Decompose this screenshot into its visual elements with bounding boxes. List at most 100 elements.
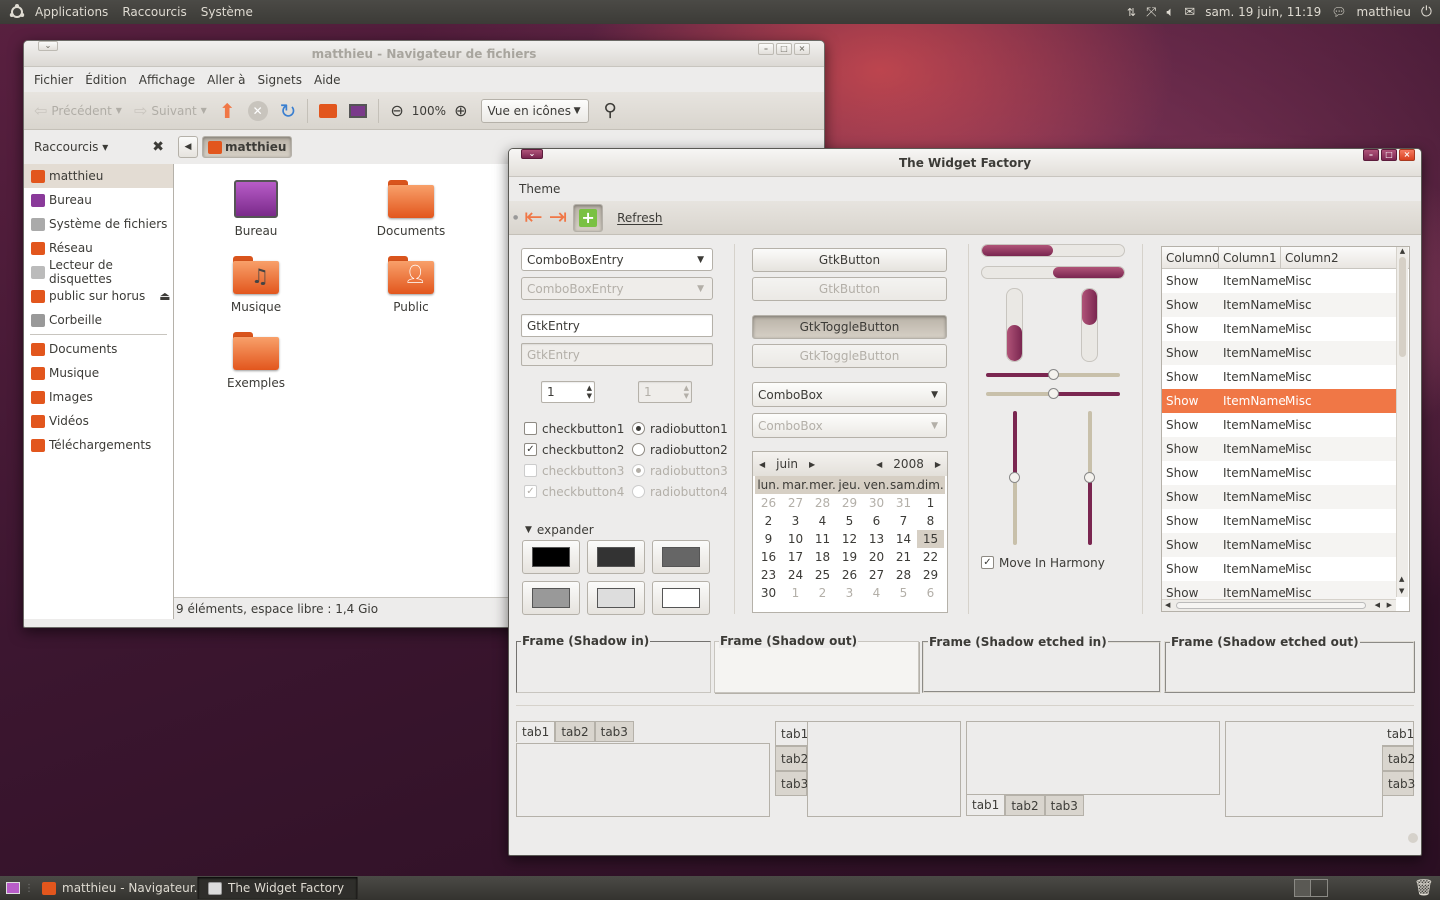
checkbutton1[interactable]: checkbutton1 xyxy=(524,418,624,439)
calendar-day[interactable]: 22 xyxy=(917,548,944,566)
gtk-toggle-button[interactable]: GtkToggleButton xyxy=(752,315,947,339)
calendar-day[interactable]: 31 xyxy=(890,494,917,512)
applications-menu[interactable]: Applications xyxy=(28,5,115,19)
search-icon[interactable]: ⚲ xyxy=(599,97,620,125)
calendar-day[interactable]: 25 xyxy=(809,566,836,584)
sidebar-item-videos[interactable]: Vidéos xyxy=(24,409,173,433)
close-button[interactable]: × xyxy=(1399,149,1415,161)
sidebar-item-documents[interactable]: Documents xyxy=(24,337,173,361)
task-file-manager[interactable]: matthieu - Navigateur... xyxy=(32,877,198,899)
stop-icon[interactable]: ✕ xyxy=(244,97,272,125)
color-swatch-mid-gray[interactable] xyxy=(522,581,580,615)
home-icon[interactable] xyxy=(315,97,341,125)
resize-grip-icon[interactable] xyxy=(1408,833,1418,843)
calendar-day[interactable]: 15 xyxy=(917,530,944,548)
expander[interactable]: ▼ expander xyxy=(525,519,594,540)
scroll-right-icon[interactable]: ▶ xyxy=(1387,601,1392,609)
tab1[interactable]: tab1 xyxy=(966,795,1006,816)
clock[interactable]: sam. 19 juin, 11:19 xyxy=(1205,5,1321,19)
calendar-day[interactable]: 20 xyxy=(863,548,890,566)
calendar-day[interactable]: 28 xyxy=(809,494,836,512)
network-icon[interactable]: ⇅ xyxy=(1127,6,1136,19)
calendar-day[interactable]: 9 xyxy=(755,530,782,548)
go-first-icon[interactable]: ⇤ xyxy=(524,205,542,230)
computer-icon[interactable] xyxy=(345,97,371,125)
calendar-day[interactable]: 3 xyxy=(782,512,809,530)
system-menu[interactable]: Système xyxy=(194,5,260,19)
table-row[interactable]: Show ItemName Misc xyxy=(1162,437,1396,461)
horizontal-slider[interactable] xyxy=(986,369,1120,380)
table-row[interactable]: Show ItemName Misc xyxy=(1162,413,1396,437)
calendar-day[interactable]: 29 xyxy=(836,494,863,512)
tab1[interactable]: tab1 xyxy=(775,721,808,746)
slider-handle[interactable] xyxy=(1009,472,1020,483)
table-row[interactable]: Show ItemName Misc xyxy=(1162,317,1396,341)
table-row[interactable]: Show ItemName Misc xyxy=(1162,485,1396,509)
scrollbar-thumb[interactable] xyxy=(1176,602,1366,609)
back-dropdown-icon[interactable]: ▼ xyxy=(116,106,122,115)
file-item-musique[interactable]: ♫ Musique xyxy=(201,256,311,314)
slider-handle[interactable] xyxy=(1048,369,1059,380)
zoom-level[interactable]: 100% xyxy=(412,104,446,118)
show-desktop-icon[interactable] xyxy=(2,877,24,899)
task-widget-factory[interactable]: The Widget Factory xyxy=(198,877,358,899)
tab3[interactable]: tab3 xyxy=(594,721,634,742)
minimize-button[interactable]: – xyxy=(758,43,774,55)
close-button[interactable]: × xyxy=(794,43,810,55)
close-sidebar-icon[interactable]: ✖ xyxy=(152,139,164,155)
tab2[interactable]: tab2 xyxy=(555,721,595,742)
table-row[interactable]: Show ItemName Misc xyxy=(1162,389,1396,413)
chevron-down-icon[interactable]: ▼ xyxy=(697,255,704,265)
calendar-day[interactable]: 19 xyxy=(836,548,863,566)
window-menu-button[interactable]: ⌄ xyxy=(521,149,543,159)
table-row[interactable]: Show ItemName Misc xyxy=(1162,509,1396,533)
file-item-bureau[interactable]: Bureau xyxy=(201,180,311,238)
next-year-icon[interactable]: ▶ xyxy=(935,460,941,469)
calendar-day[interactable]: 30 xyxy=(863,494,890,512)
maximize-button[interactable]: □ xyxy=(1381,149,1397,161)
scroll-left-icon[interactable]: ◀ xyxy=(1375,601,1380,609)
combobox[interactable]: ComboBox ▼ xyxy=(752,382,947,407)
calendar-day[interactable]: 13 xyxy=(863,530,890,548)
spin-button[interactable]: 1 ▲ ▼ xyxy=(541,381,595,403)
table-row[interactable]: Show ItemName Misc xyxy=(1162,293,1396,317)
calendar-day[interactable]: 6 xyxy=(917,584,944,602)
tab3[interactable]: tab3 xyxy=(1044,795,1084,816)
column-header[interactable]: Column2 xyxy=(1281,247,1395,268)
calendar-day[interactable]: 17 xyxy=(782,548,809,566)
prev-month-icon[interactable]: ◀ xyxy=(759,460,765,469)
places-menu[interactable]: Raccourcis xyxy=(115,5,193,19)
calendar-day[interactable]: 5 xyxy=(890,584,917,602)
spin-arrows-icon[interactable]: ▲ ▼ xyxy=(587,384,592,400)
table-row[interactable]: Show ItemName Misc xyxy=(1162,533,1396,557)
mail-icon[interactable]: ✉ xyxy=(1184,5,1195,20)
calendar-day[interactable]: 28 xyxy=(890,566,917,584)
menu-aide[interactable]: Aide xyxy=(308,73,347,87)
calendar-day[interactable]: 26 xyxy=(755,494,782,512)
calendar-day[interactable]: 5 xyxy=(836,512,863,530)
ubuntu-logo-icon[interactable] xyxy=(6,1,28,23)
add-icon[interactable]: + xyxy=(573,203,604,232)
workspace-switcher[interactable] xyxy=(1294,879,1328,897)
zoom-out-icon[interactable]: ⊖ xyxy=(386,97,407,125)
volume-icon[interactable]: 🔈︎ xyxy=(1166,5,1174,20)
widget-factory-titlebar[interactable]: ⌄ The Widget Factory – □ × xyxy=(509,149,1421,177)
calendar-day[interactable]: 16 xyxy=(755,548,782,566)
calendar-day[interactable]: 27 xyxy=(863,566,890,584)
sidebar-item-images[interactable]: Images xyxy=(24,385,173,409)
menu-affichage[interactable]: Affichage xyxy=(133,73,201,87)
sidebar-item-downloads[interactable]: Téléchargements xyxy=(24,433,173,457)
file-manager-titlebar[interactable]: ⌄ matthieu - Navigateur de fichiers – □ … xyxy=(24,41,824,67)
sidebar-item-public-horus[interactable]: public sur horus ⏏ xyxy=(24,284,173,308)
radiobutton2[interactable]: radiobutton2 xyxy=(632,439,728,460)
power-icon[interactable]: ⏻ xyxy=(1421,4,1432,20)
calendar-day[interactable]: 27 xyxy=(782,494,809,512)
vertical-scrollbar[interactable]: ▲ ▲ ▼ xyxy=(1396,247,1408,597)
calendar-day[interactable]: 4 xyxy=(809,512,836,530)
go-last-icon[interactable]: ⇥ xyxy=(549,205,567,230)
table-row[interactable]: Show ItemName Misc xyxy=(1162,269,1396,293)
calendar-day[interactable]: 29 xyxy=(917,566,944,584)
trash-icon[interactable]: 🗑︎ xyxy=(1414,878,1434,897)
window-menu-button[interactable]: ⌄ xyxy=(38,41,58,51)
menu-aller[interactable]: Aller à xyxy=(201,73,251,87)
